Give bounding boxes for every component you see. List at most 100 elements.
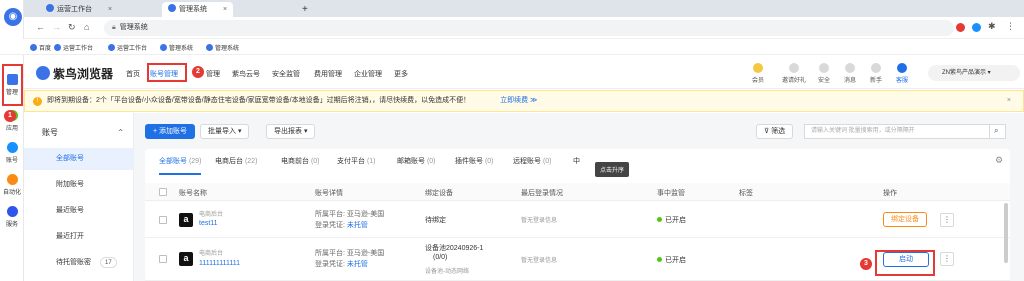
brand-name: 紫鸟浏览器 — [53, 67, 114, 81]
messages-button[interactable]: 消息 — [838, 63, 862, 84]
user-menu[interactable]: ZN紫鸟产品演示 ▾ — [928, 65, 1020, 81]
tab-more[interactable]: 中 — [573, 156, 580, 166]
rail-item-automation[interactable]: 自动化 — [0, 174, 24, 196]
tab-label: 管理系统 — [179, 6, 207, 13]
close-icon[interactable]: × — [223, 6, 227, 13]
search-placeholder: 请输入关键词 批量搜索用，或分隔隔开 — [811, 128, 915, 134]
last-login: 暂无登录信息 — [521, 218, 558, 224]
nav-home[interactable]: 首页 — [126, 69, 140, 79]
extension-icon[interactable] — [972, 23, 981, 32]
tab-all[interactable]: 全部账号 (29) — [159, 156, 202, 175]
tab-remote[interactable]: 远程账号 (0) — [513, 156, 552, 166]
back-icon[interactable]: ← — [36, 22, 45, 32]
security-button[interactable]: 安全 — [812, 63, 836, 84]
batch-import-button[interactable]: 批量导入 ▾ — [200, 124, 250, 139]
new-tab-button[interactable]: + — [296, 2, 314, 17]
col-last-login[interactable]: 最后登录情况 — [521, 188, 563, 198]
subtab-count: (29) — [188, 158, 202, 165]
menu-icon[interactable]: ⋮ — [1006, 21, 1015, 32]
tab-admin[interactable]: 管理系统 × — [162, 2, 234, 17]
more-actions-icon[interactable]: ⋮ — [940, 213, 954, 227]
select-all-checkbox[interactable] — [159, 188, 167, 196]
row-checkbox[interactable] — [159, 216, 167, 224]
nav-manage[interactable]: 管理 — [206, 69, 220, 79]
sidebar-item-all[interactable]: 全部账号 — [24, 148, 134, 170]
invite-button[interactable]: 邀请好礼 — [778, 63, 810, 84]
close-icon[interactable]: × — [1007, 91, 1011, 111]
nav-billing[interactable]: 费用管理 — [314, 69, 342, 79]
subtab-label: 中 — [573, 158, 580, 165]
address-bar[interactable]: 🔒︎ 管理系统 — [104, 20, 954, 36]
count-badge: 17 — [100, 257, 117, 268]
export-button[interactable]: 导出报表 ▾ — [266, 124, 316, 139]
tab-payment[interactable]: 支付平台 (1) — [337, 156, 376, 166]
monitor-label: 已开启 — [665, 217, 686, 224]
bookmark-item[interactable]: 管理系统 — [206, 43, 239, 52]
nav-security[interactable]: 安全监管 — [272, 69, 300, 79]
last-login: 暂无登录信息 — [521, 258, 558, 264]
bookmark-item[interactable]: 运营工作台 — [108, 43, 147, 52]
tab-email[interactable]: 邮箱账号 (0) — [397, 156, 436, 166]
tab-favicon-icon — [168, 4, 176, 12]
support-button[interactable]: 客服 — [890, 63, 914, 84]
tool-label: 会员 — [751, 78, 764, 84]
brand: 紫鸟浏览器 — [36, 65, 113, 82]
search-button[interactable]: ⌕ — [989, 124, 1006, 139]
nav-enterprise[interactable]: 企业管理 — [354, 69, 382, 79]
scrollbar[interactable] — [1004, 203, 1008, 263]
chevron-up-icon: ⌃ — [117, 128, 124, 137]
bookmark-label: 管理系统 — [215, 46, 240, 52]
account-name[interactable]: 111111111111 — [199, 260, 240, 267]
home-icon[interactable]: ⌂ — [84, 22, 89, 32]
filter-button[interactable]: ⊽ 筛选 — [756, 124, 794, 139]
tab-ecom-front[interactable]: 电商前台 (0) — [281, 156, 320, 166]
sidebar-item-recent-open[interactable]: 最近打开 — [24, 226, 134, 248]
gift-icon — [789, 63, 799, 73]
rail-item-service[interactable]: 服务 — [0, 206, 24, 228]
puzzle-icon[interactable]: ✱ — [988, 21, 996, 32]
device-pool: 设备池20240926-1 — [425, 245, 484, 252]
sidebar-item-label: 待托管账密 — [56, 259, 91, 266]
account-name[interactable]: test11 — [199, 220, 218, 227]
reload-icon[interactable]: ↻ — [68, 22, 76, 33]
sidebar-item-extra[interactable]: 附加账号 — [24, 174, 134, 196]
bookmark-item[interactable]: 百度 — [30, 43, 51, 52]
close-icon[interactable]: × — [108, 6, 112, 13]
search-input[interactable]: 请输入关键词 批量搜索用，或分隔隔开 — [804, 124, 990, 139]
vip-button[interactable]: 会员 — [746, 63, 770, 84]
bind-device-button[interactable]: 绑定设备 — [883, 212, 927, 227]
renew-link[interactable]: 立即续费 ≫ — [500, 97, 537, 104]
graduation-icon — [871, 63, 881, 73]
sidebar-item-pending[interactable]: 待托管账密 17 — [24, 252, 134, 274]
col-name[interactable]: 账号名称 — [179, 188, 207, 198]
row-checkbox[interactable] — [159, 255, 167, 263]
tab-ops[interactable]: 运营工作台 × — [40, 2, 118, 17]
tab-plugin[interactable]: 插件账号 (0) — [455, 156, 494, 166]
more-actions-icon[interactable]: ⋮ — [940, 252, 954, 266]
subtab-label: 电商后台 — [215, 158, 243, 165]
sidebar-group[interactable]: 账号 ⌃ — [24, 123, 134, 143]
forward-icon[interactable]: → — [52, 22, 61, 32]
search-icon: ⌕ — [994, 126, 999, 135]
tab-ecom-backend[interactable]: 电商后台 (22) — [215, 156, 257, 166]
table-row[interactable]: a 电商后台 test11 所属平台: 亚马逊-美国 登录凭证: 未托管 待绑定… — [145, 202, 1010, 238]
bookmark-item[interactable]: 运营工作台 — [54, 43, 93, 52]
account-credential: 登录凭证: 未托管 — [315, 259, 368, 269]
bell-icon — [845, 63, 855, 73]
add-account-button[interactable]: + 添加账号 — [145, 124, 196, 139]
nav-more[interactable]: 更多 — [394, 69, 408, 79]
bookmark-item[interactable]: 管理系统 — [160, 43, 193, 52]
sort-tooltip: 点击升序 — [595, 162, 630, 177]
credential-link[interactable]: 未托管 — [347, 261, 368, 268]
credential-link[interactable]: 未托管 — [347, 222, 368, 229]
sidebar-item-recent[interactable]: 最近账号 — [24, 200, 134, 222]
bookmark-icon — [206, 44, 213, 51]
extension-icon[interactable] — [956, 23, 965, 32]
subtab-count: (0) — [484, 158, 494, 165]
rail-item-accounts[interactable]: 账号 — [0, 142, 24, 164]
settings-gear-icon[interactable]: ⚙︎ — [995, 155, 1003, 166]
col-tags: 标签 — [739, 190, 753, 197]
newbie-button[interactable]: 新手 — [864, 63, 888, 84]
nav-cloud[interactable]: 紫鸟云号 — [232, 69, 260, 79]
account-platform: 所属平台: 亚马逊-美国 — [315, 250, 385, 257]
